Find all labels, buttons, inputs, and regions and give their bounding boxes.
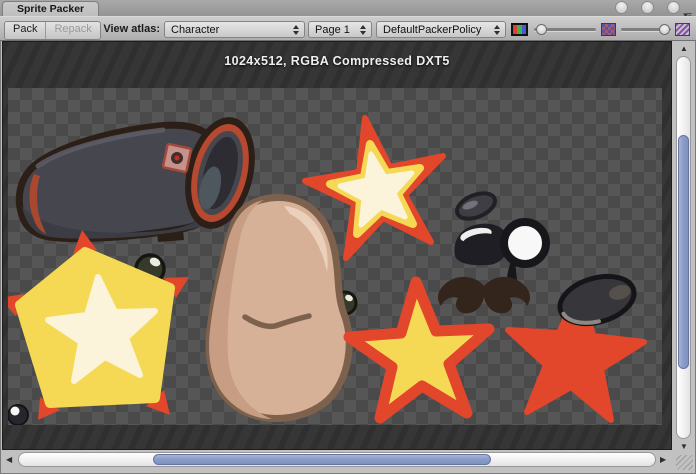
policy-dropdown-value: DefaultPackerPolicy bbox=[383, 24, 481, 36]
page-dropdown-value: Page 1 bbox=[315, 24, 350, 36]
mip-stripes-icon bbox=[675, 23, 690, 36]
vertical-scrollbar-handle[interactable] bbox=[678, 135, 689, 369]
tab-bar: Sprite Packer bbox=[0, 0, 696, 17]
sprite-monocle bbox=[504, 222, 546, 287]
sprite-eye-dot bbox=[8, 405, 28, 425]
pack-button-group: Pack Repack bbox=[4, 21, 101, 40]
dropdown-arrows-icon bbox=[293, 25, 299, 35]
page-dropdown[interactable]: Page 1 bbox=[308, 21, 372, 38]
pack-button[interactable]: Pack bbox=[5, 22, 45, 39]
mip-slider-handle[interactable] bbox=[659, 24, 670, 35]
sprite-mini-bean-gray bbox=[453, 188, 498, 223]
horn-badge bbox=[163, 144, 191, 172]
scroll-down-arrow[interactable]: ▼ bbox=[680, 442, 688, 452]
vertical-scrollbar: ▲ ▼ bbox=[672, 41, 696, 456]
sprite-horn bbox=[19, 110, 266, 242]
zoom-slider[interactable] bbox=[534, 17, 596, 42]
horizontal-scrollbar-handle[interactable] bbox=[153, 454, 491, 465]
atlas-dropdown[interactable]: Character bbox=[164, 21, 305, 38]
scroll-left-arrow[interactable]: ◀ bbox=[6, 455, 12, 465]
sprite-packer-window: Sprite Packer ▾≡ Pack Repack View atlas:… bbox=[0, 0, 696, 474]
tab-sprite-packer[interactable]: Sprite Packer bbox=[2, 1, 99, 17]
horizontal-scrollbar: ◀ ▶ bbox=[2, 450, 672, 470]
mip-slider[interactable] bbox=[621, 17, 671, 42]
window-button-3[interactable] bbox=[667, 1, 680, 14]
resize-grip[interactable] bbox=[676, 455, 693, 470]
alpha-checker-icon[interactable] bbox=[601, 23, 616, 36]
sprite-bean-character bbox=[209, 197, 349, 419]
blue-stripe bbox=[522, 25, 526, 34]
sprite-mustache bbox=[438, 277, 530, 313]
atlas-texture-area[interactable] bbox=[8, 88, 662, 425]
policy-dropdown[interactable]: DefaultPackerPolicy bbox=[376, 21, 506, 38]
scroll-up-arrow[interactable]: ▲ bbox=[680, 44, 688, 54]
atlas-dropdown-value: Character bbox=[171, 24, 219, 36]
atlas-sprites-svg bbox=[8, 88, 662, 425]
dropdown-arrows-icon bbox=[360, 25, 366, 35]
atlas-info-header: 1024x512, RGBA Compressed DXT5 bbox=[3, 54, 671, 68]
atlas-preview-canvas[interactable]: 1024x512, RGBA Compressed DXT5 bbox=[2, 41, 672, 450]
scroll-right-arrow[interactable]: ▶ bbox=[660, 455, 666, 465]
zoom-slider-handle[interactable] bbox=[536, 24, 547, 35]
sprite-pentagon-burst bbox=[8, 230, 189, 420]
vertical-scrollbar-track[interactable] bbox=[676, 56, 691, 439]
horizontal-scrollbar-track[interactable] bbox=[18, 452, 656, 467]
window-buttons bbox=[615, 1, 680, 14]
toolbar: Pack Repack View atlas: Character Page 1… bbox=[0, 16, 696, 41]
view-atlas-label: View atlas: bbox=[92, 17, 160, 42]
window-button-1[interactable] bbox=[615, 1, 628, 14]
dropdown-arrows-icon bbox=[494, 25, 500, 35]
rgb-channels-icon[interactable] bbox=[511, 23, 528, 36]
window-button-2[interactable] bbox=[641, 1, 654, 14]
